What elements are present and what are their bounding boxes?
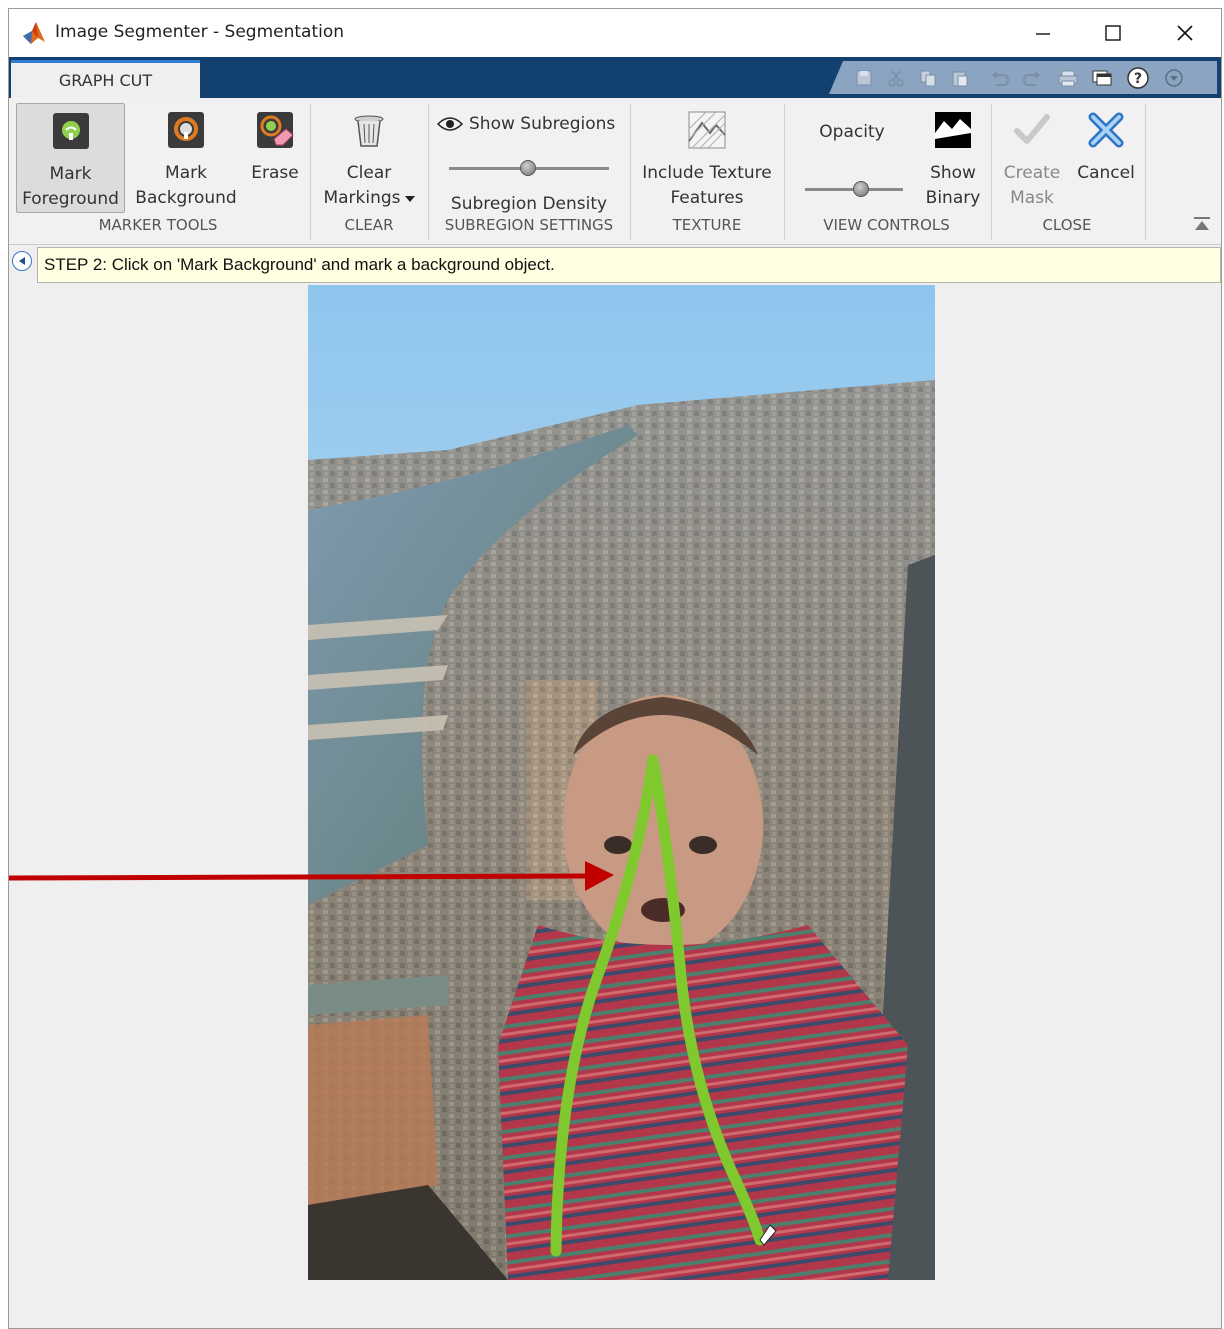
mark-foreground-button[interactable]: Mark Foreground <box>16 103 125 213</box>
maximize-button[interactable] <box>1093 17 1133 49</box>
separator <box>1145 104 1146 240</box>
view-controls-group-label: VIEW CONTROLS <box>823 216 950 234</box>
show-subregions-label: Show Subregions <box>469 113 616 134</box>
show-binary-label-1: Show <box>930 163 976 183</box>
info-collapse-button[interactable] <box>12 251 32 271</box>
show-subregions-toggle[interactable]: Show Subregions <box>437 110 621 138</box>
opacity-slider-thumb[interactable] <box>853 181 869 197</box>
help-icon[interactable]: ? <box>1127 67 1149 89</box>
dropdown-arrow-icon <box>404 195 415 202</box>
svg-text:?: ? <box>1134 71 1142 87</box>
tab-graph-cut[interactable]: GRAPH CUT <box>11 60 200 98</box>
save-icon[interactable] <box>853 67 875 89</box>
quick-access-toolbar: ? <box>829 61 1217 94</box>
redo-icon[interactable] <box>1021 67 1043 89</box>
cancel-label: Cancel <box>1077 163 1135 183</box>
marker-tools-group-label: MARKER TOOLS <box>98 216 218 234</box>
mark-background-label-1: Mark <box>165 163 207 183</box>
toolstrip: Mark Foreground Mark Background Erase MA… <box>9 98 1221 245</box>
info-bar: STEP 2: Click on 'Mark Background' and m… <box>9 245 1221 285</box>
maximize-icon <box>1105 25 1121 41</box>
clear-markings-label-2: Markings <box>323 188 401 208</box>
texture-group-label: TEXTURE <box>672 216 742 234</box>
mark-background-icon <box>168 112 204 148</box>
mark-background-button[interactable]: Mark Background <box>133 103 239 213</box>
expand-options-icon[interactable] <box>1163 67 1185 89</box>
print-icon[interactable] <box>1057 67 1079 89</box>
clear-markings-button[interactable]: Clear Markings <box>317 103 421 213</box>
info-message-box: STEP 2: Click on 'Mark Background' and m… <box>37 247 1221 283</box>
close-group-label: CLOSE <box>1042 216 1092 234</box>
mark-foreground-label-1: Mark <box>49 164 92 184</box>
subregion-settings-group-label: SUBREGION SETTINGS <box>444 216 614 234</box>
copy-icon[interactable] <box>917 67 939 89</box>
minimize-icon <box>1036 33 1050 35</box>
title-bar: Image Segmenter - Segmentation <box>9 9 1221 57</box>
create-mask-label-2: Mask <box>1010 188 1054 208</box>
undo-icon[interactable] <box>989 67 1011 89</box>
binary-image-icon <box>935 112 971 148</box>
mark-foreground-icon <box>52 113 89 149</box>
include-texture-label-1: Include Texture <box>642 163 772 183</box>
matlab-logo-icon <box>23 22 45 44</box>
clear-markings-label-1: Clear <box>346 163 392 183</box>
close-button[interactable] <box>1165 17 1205 49</box>
create-mask-label-1: Create <box>1003 163 1061 183</box>
image-canvas[interactable] <box>308 285 935 1280</box>
mark-background-label-2: Background <box>135 188 237 208</box>
eraser-icon <box>257 112 294 148</box>
subregion-density-label: Subregion Density <box>450 194 608 214</box>
window-title: Image Segmenter - Segmentation <box>55 22 345 42</box>
cancel-button[interactable]: Cancel <box>1069 103 1143 213</box>
image-segmenter-window: Image Segmenter - Segmentation GRAPH CUT… <box>8 8 1222 1329</box>
erase-label: Erase <box>251 163 299 183</box>
show-binary-label-2: Binary <box>925 188 981 208</box>
clear-group-label: CLEAR <box>344 216 394 234</box>
show-binary-toggle[interactable]: Show Binary <box>915 103 991 213</box>
window-layout-icon[interactable] <box>1091 67 1113 89</box>
cancel-x-icon <box>1088 112 1124 148</box>
info-message: STEP 2: Click on 'Mark Background' and m… <box>44 255 555 274</box>
tab-strip: GRAPH CUT ? <box>9 57 1221 98</box>
collapse-toolstrip-icon[interactable] <box>1193 216 1211 232</box>
texture-icon <box>688 111 726 149</box>
cut-icon[interactable] <box>885 67 907 89</box>
checkmark-icon <box>1014 114 1050 144</box>
subregion-density-slider-thumb[interactable] <box>520 160 536 176</box>
create-mask-button[interactable]: Create Mask <box>999 103 1065 213</box>
erase-button[interactable]: Erase <box>245 103 305 213</box>
eye-icon <box>437 117 463 131</box>
triangle-left-icon <box>19 257 25 265</box>
include-texture-features-toggle[interactable]: Include Texture Features <box>637 103 777 213</box>
include-texture-label-2: Features <box>670 188 744 208</box>
trash-can-icon <box>354 115 384 147</box>
segmentation-image <box>308 285 935 1280</box>
mark-foreground-label-2: Foreground <box>22 189 119 209</box>
paste-icon[interactable] <box>949 67 971 89</box>
close-icon <box>1177 25 1193 41</box>
minimize-button[interactable] <box>1023 17 1063 49</box>
opacity-label: Opacity <box>819 122 885 142</box>
